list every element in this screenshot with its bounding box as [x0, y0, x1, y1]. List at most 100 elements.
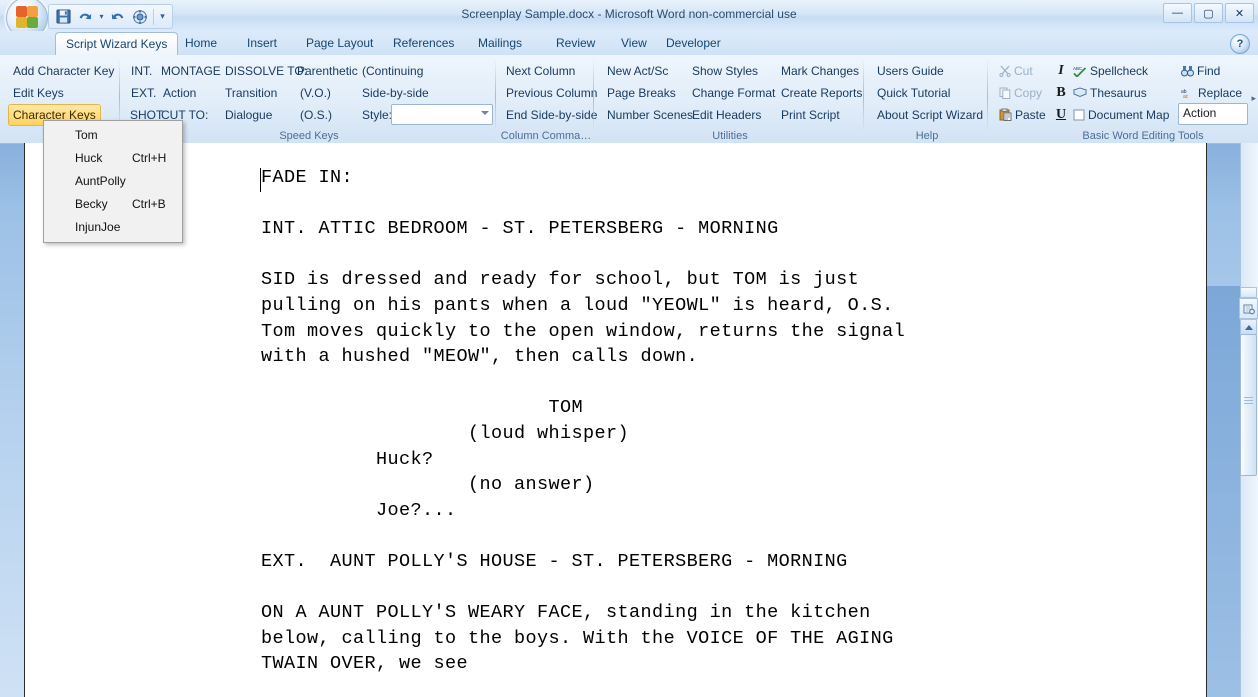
tab-review[interactable]: Review: [546, 33, 605, 55]
speedkey-montage-button[interactable]: MONTAGE: [156, 60, 226, 82]
column-commands-group: Next Column Previous Column End Side-by-…: [498, 55, 597, 143]
menu-item-shortcut: Ctrl+H: [132, 151, 167, 165]
style-combo[interactable]: [391, 104, 493, 125]
cut-button[interactable]: Cut: [994, 60, 1038, 82]
window-controls: — ▢ ✕: [1163, 3, 1254, 23]
document-background: [1205, 286, 1241, 697]
change-format-button[interactable]: Change Format: [687, 82, 780, 104]
tab-view[interactable]: View: [611, 33, 657, 55]
scrollbar-thumb[interactable]: [1240, 334, 1257, 476]
speedkey-side-by-side-button[interactable]: Side-by-side: [357, 82, 434, 104]
spellcheck-icon: ABC: [1073, 63, 1087, 83]
edit-headers-button[interactable]: Edit Headers: [687, 104, 766, 126]
speedkey-ext-button[interactable]: EXT.: [126, 82, 161, 104]
spellcheck-label: Spellcheck: [1090, 64, 1149, 78]
mark-changes-button[interactable]: Mark Changes: [776, 60, 864, 82]
title-bar: ▾ ▾ Screenplay Sample.docx - Microsoft W…: [0, 0, 1258, 39]
tab-home[interactable]: Home: [175, 33, 227, 55]
speedkey-dialogue-button[interactable]: Dialogue: [220, 104, 277, 126]
utilities-group-title: Utilities: [712, 130, 748, 142]
select-browse-object-icon[interactable]: [1239, 298, 1258, 319]
help-group-title: Help: [915, 130, 939, 142]
checkbox-icon: [1073, 107, 1085, 127]
paste-button[interactable]: Paste: [994, 104, 1051, 126]
screenplay-text[interactable]: FADE IN: INT. ATTIC BEDROOM - ST. PETERS…: [261, 165, 1181, 677]
print-script-button[interactable]: Print Script: [776, 104, 845, 126]
underline-icon: U: [1055, 107, 1067, 122]
replace-icon: ab ac: [1181, 85, 1195, 105]
thesaurus-button[interactable]: Thesaurus: [1068, 82, 1152, 104]
speedkey-transition-button[interactable]: Transition: [220, 82, 282, 104]
speedkey-action-button[interactable]: Action: [158, 82, 201, 104]
document-area[interactable]: FADE IN: INT. ATTIC BEDROOM - ST. PETERS…: [0, 143, 1258, 697]
svg-text:ABC: ABC: [1073, 66, 1083, 71]
tab-page-layout[interactable]: Page Layout: [296, 33, 383, 55]
tab-script-wizard-keys[interactable]: Script Wizard Keys: [55, 32, 179, 56]
speedkey-vo-button[interactable]: (V.O.): [295, 82, 336, 104]
ribbon: Add Character Key Edit Keys Character Ke…: [0, 55, 1258, 144]
spellcheck-button[interactable]: ABC Spellcheck: [1068, 60, 1153, 82]
users-guide-button[interactable]: Users Guide: [872, 60, 949, 82]
number-scenes-button[interactable]: Number Scenes: [602, 104, 698, 126]
menu-item-becky[interactable]: Becky Ctrl+B: [44, 193, 182, 216]
quick-tutorial-button[interactable]: Quick Tutorial: [872, 82, 955, 104]
menu-item-label: Tom: [75, 128, 98, 142]
copy-button[interactable]: Copy: [994, 82, 1047, 104]
show-styles-button[interactable]: Show Styles: [687, 60, 763, 82]
create-reports-button[interactable]: Create Reports: [776, 82, 867, 104]
group-divider: [593, 60, 594, 132]
thumb-grip-icon: [1244, 397, 1253, 404]
help-icon[interactable]: ?: [1230, 34, 1250, 54]
thesaurus-label: Thesaurus: [1090, 86, 1147, 100]
utilities-group: New Act/Sc Page Breaks Number Scenes Sho…: [596, 55, 864, 143]
speedkey-continuing-button[interactable]: (Continuing: [357, 60, 428, 82]
menu-item-label: AuntPolly: [75, 174, 126, 188]
action-field-value: Action: [1183, 106, 1217, 120]
add-character-key-button[interactable]: Add Character Key: [8, 60, 119, 82]
bold-icon: B: [1056, 85, 1066, 100]
speedkey-os-button[interactable]: (O.S.): [295, 104, 337, 126]
group-divider: [987, 60, 988, 132]
about-script-wizard-button[interactable]: About Script Wizard: [872, 104, 988, 126]
edit-keys-button[interactable]: Edit Keys: [8, 82, 69, 104]
tab-references[interactable]: References: [383, 33, 464, 55]
basic-word-editing-tools-group: Cut Copy Paste I B U ABC Spellcheck Thes…: [990, 55, 1256, 143]
thesaurus-icon: [1072, 85, 1088, 105]
menu-item-huck[interactable]: Huck Ctrl+H: [44, 147, 182, 170]
ribbon-overflow-arrow[interactable]: ▸: [1251, 93, 1256, 104]
speedkey-parenthetic-button[interactable]: Parenthetic: [292, 60, 363, 82]
paste-label: Paste: [1015, 108, 1046, 122]
cut-label: Cut: [1014, 64, 1033, 78]
document-map-button[interactable]: Document Map: [1068, 104, 1174, 126]
split-window-button[interactable]: [1240, 287, 1257, 298]
next-column-button[interactable]: Next Column: [501, 60, 580, 82]
end-side-by-side-button[interactable]: End Side-by-side: [501, 104, 602, 126]
character-keys-menu: Tom Huck Ctrl+H AuntPolly Becky Ctrl+B I…: [43, 120, 183, 243]
replace-label: Replace: [1198, 86, 1243, 100]
menu-item-auntpolly[interactable]: AuntPolly: [44, 170, 182, 193]
action-field[interactable]: Action: [1178, 103, 1248, 125]
tab-insert[interactable]: Insert: [237, 33, 287, 55]
tab-mailings[interactable]: Mailings: [468, 33, 532, 55]
minimize-button[interactable]: —: [1163, 3, 1192, 23]
new-act-sc-button[interactable]: New Act/Sc: [602, 60, 673, 82]
find-button[interactable]: Find: [1176, 60, 1225, 82]
document-map-label: Document Map: [1088, 108, 1170, 122]
scroll-up-arrow-icon[interactable]: [1240, 319, 1257, 335]
document-page[interactable]: FADE IN: INT. ATTIC BEDROOM - ST. PETERS…: [24, 143, 1207, 697]
window-title: Screenplay Sample.docx - Microsoft Word …: [461, 7, 797, 21]
menu-item-label: InjunJoe: [75, 220, 121, 234]
menu-item-shortcut: Ctrl+B: [132, 197, 166, 211]
tab-developer[interactable]: Developer: [656, 33, 731, 55]
group-divider: [863, 60, 864, 132]
replace-button[interactable]: ab ac Replace: [1176, 82, 1247, 104]
close-button[interactable]: ✕: [1225, 3, 1254, 23]
page-breaks-button[interactable]: Page Breaks: [602, 82, 681, 104]
menu-item-injunjoe[interactable]: InjunJoe: [44, 216, 182, 239]
speedkey-int-button[interactable]: INT.: [126, 60, 157, 82]
menu-item-tom[interactable]: Tom: [44, 124, 182, 147]
vertical-scrollbar[interactable]: [1239, 143, 1258, 697]
scissors-icon: [999, 63, 1011, 83]
previous-column-button[interactable]: Previous Column: [501, 82, 602, 104]
maximize-button[interactable]: ▢: [1194, 3, 1223, 23]
